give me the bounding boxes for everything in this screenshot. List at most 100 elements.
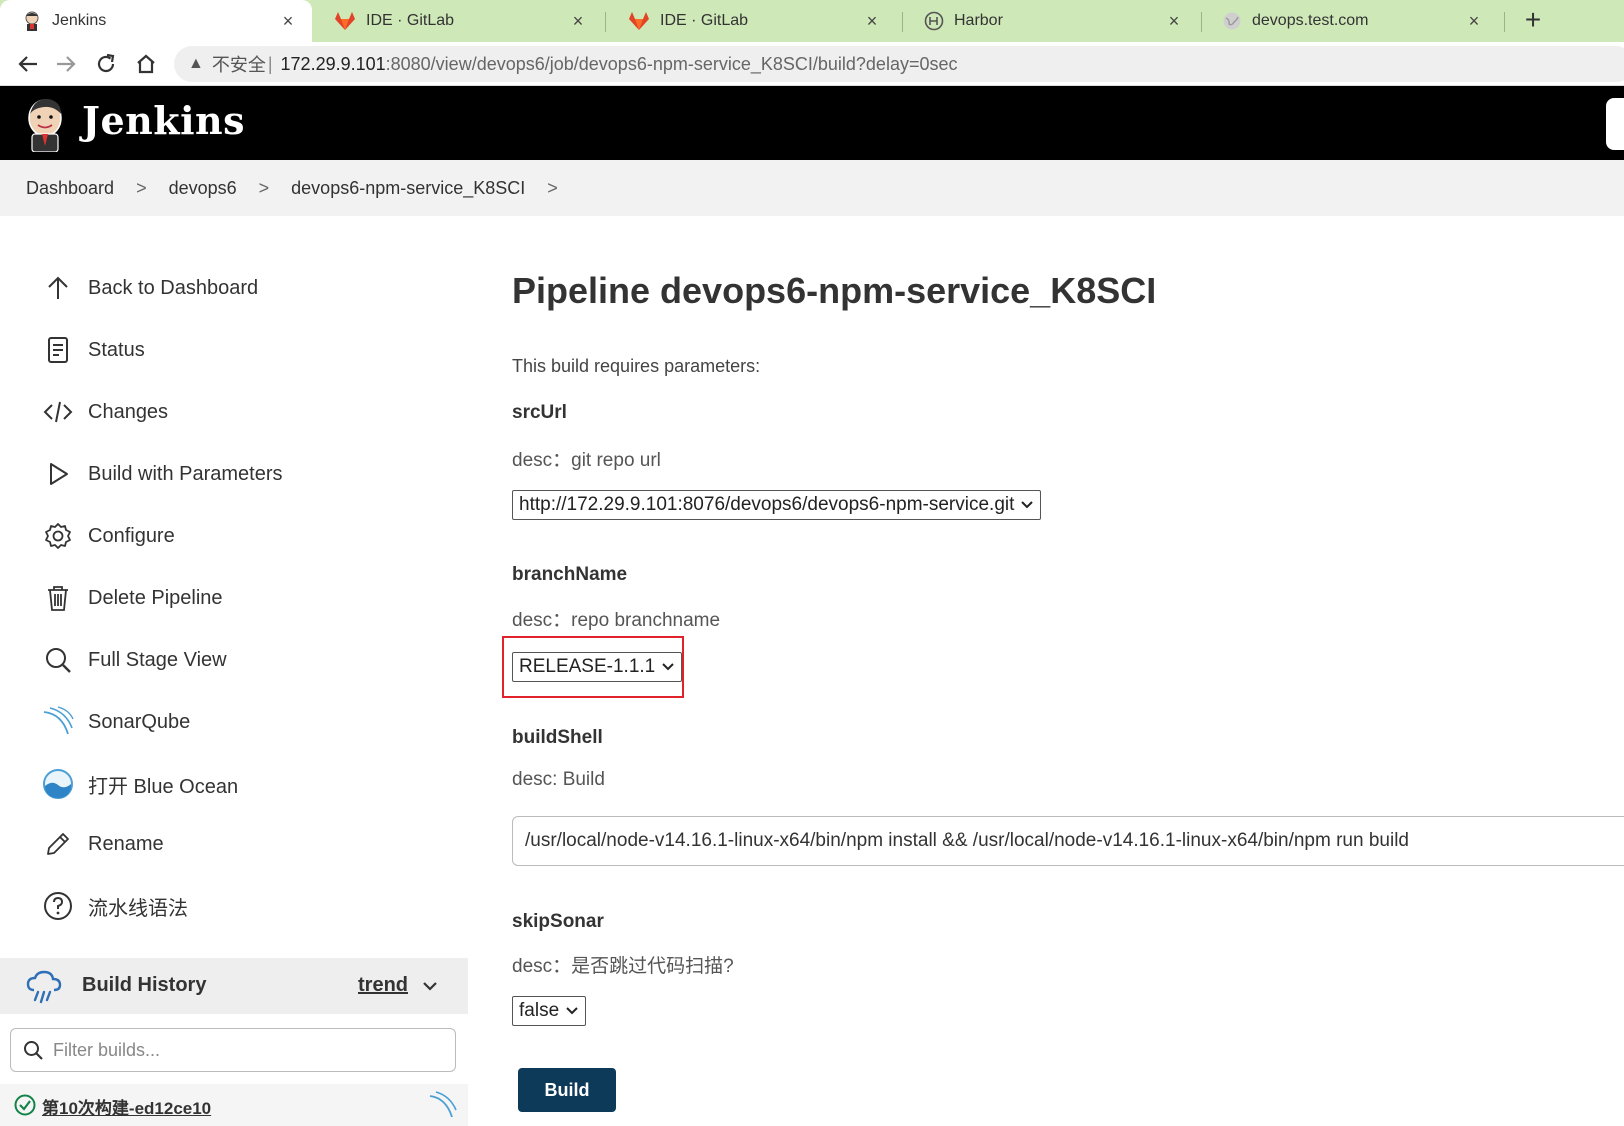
sidebar-item-rename[interactable]: Rename	[42, 826, 164, 862]
sidebar-item-pipeline-syntax[interactable]: 流水线语法	[42, 888, 188, 924]
home-icon	[137, 54, 155, 74]
close-icon[interactable]: ×	[278, 11, 298, 32]
param-desc-skipsonar: desc：是否跳过代码扫描?	[512, 956, 734, 977]
sidebar-item-build-with-parameters[interactable]: Build with Parameters	[42, 456, 283, 492]
sidebar-item-delete-pipeline[interactable]: Delete Pipeline	[42, 580, 223, 616]
build-history-title: Build History	[82, 974, 207, 996]
gear-icon	[42, 520, 74, 552]
header-search-box[interactable]	[1606, 98, 1624, 150]
address-path: :8080/view/devops6/job/devops6-npm-servi…	[385, 53, 958, 74]
param-desc-srcurl: desc：git repo url	[512, 450, 661, 471]
skipsonar-select[interactable]: false	[512, 996, 587, 1026]
reload-button[interactable]	[92, 50, 120, 78]
jenkins-header: Jenkins	[0, 86, 1624, 160]
sidebar-item-label: Delete Pipeline	[88, 586, 223, 609]
search-icon	[42, 644, 74, 676]
back-button[interactable]	[14, 50, 42, 78]
blue-ocean-icon	[42, 768, 74, 800]
buildshell-input[interactable]: /usr/local/node-v14.16.1-linux-x64/bin/n…	[512, 816, 1624, 866]
chevron-down-icon	[1021, 501, 1034, 509]
breadcrumb-separator[interactable]: >	[547, 178, 558, 199]
close-icon[interactable]: ×	[1464, 11, 1484, 32]
close-icon[interactable]: ×	[862, 11, 882, 32]
help-icon	[42, 890, 74, 922]
chevron-down-icon	[566, 1007, 578, 1015]
sidebar-item-changes[interactable]: Changes	[42, 394, 168, 430]
param-name-skipsonar: skipSonar	[512, 911, 604, 932]
breadcrumb-devops6[interactable]: devops6	[169, 178, 237, 199]
sidebar-item-label: Rename	[88, 832, 164, 855]
browser-tab-harbor[interactable]: Harbor ×	[902, 0, 1198, 42]
search-icon	[24, 1041, 43, 1060]
tab-title: devops.test.com	[1252, 12, 1369, 29]
gitlab-icon	[629, 12, 649, 30]
jenkins-title[interactable]: Jenkins	[82, 98, 245, 143]
tab-title: Jenkins	[52, 12, 107, 29]
sidebar-item-sonarqube[interactable]: SonarQube	[42, 704, 190, 740]
build-button[interactable]: Build	[518, 1068, 616, 1112]
trash-icon	[42, 582, 74, 614]
address-bar[interactable]: ▲ 不安全 | 172.29.9.101 :8080/view/devops6/…	[174, 46, 1624, 82]
build-history-header: Build History trend	[0, 958, 468, 1014]
breadcrumb: Dashboard > devops6 > devops6-npm-servic…	[0, 160, 1624, 216]
globe-icon	[1223, 12, 1241, 30]
address-separator: |	[267, 53, 273, 74]
srcurl-select[interactable]: http://172.29.9.101:8076/devops6/devops6…	[512, 490, 1042, 520]
build-history-row[interactable]: 第10次构建-ed12ce10	[0, 1084, 468, 1126]
sidebar-item-label: Back to Dashboard	[88, 276, 259, 299]
code-icon	[42, 396, 74, 428]
sonarqube-icon	[42, 706, 74, 738]
buildshell-value: /usr/local/node-v14.16.1-linux-x64/bin/n…	[525, 830, 1409, 851]
breadcrumb-separator: >	[258, 177, 270, 198]
arrow-right-icon	[57, 56, 76, 72]
browser-tab-gitlab-1[interactable]: IDE · GitLab ×	[312, 0, 602, 42]
security-label[interactable]: 不安全	[212, 51, 266, 77]
browser-tab-gitlab-2[interactable]: IDE · GitLab ×	[606, 0, 896, 42]
sidebar-item-label: 打开 Blue Ocean	[88, 775, 239, 798]
requires-parameters-text: This build requires parameters:	[512, 356, 761, 376]
build-history-trend-link[interactable]: trend	[358, 974, 408, 997]
sidebar-item-status[interactable]: Status	[42, 332, 145, 368]
chevron-down-icon[interactable]	[420, 976, 440, 996]
param-desc-buildshell: desc: Build	[512, 769, 605, 790]
tab-title: IDE · GitLab	[660, 12, 749, 29]
weather-cloud-rain-icon	[26, 970, 62, 1004]
sonarqube-icon[interactable]	[428, 1090, 458, 1120]
filter-builds-input[interactable]	[53, 1039, 433, 1061]
arrow-up-icon	[42, 272, 74, 304]
play-icon	[42, 458, 74, 490]
tab-title: IDE · GitLab	[366, 12, 455, 29]
close-icon[interactable]: ×	[1164, 11, 1184, 32]
filter-builds-field[interactable]	[10, 1028, 456, 1072]
jenkins-logo-icon[interactable]	[24, 96, 66, 152]
reload-icon	[97, 53, 115, 73]
param-desc-branchname: desc：repo branchname	[512, 610, 721, 631]
sidebar-item-label: Full Stage View	[88, 648, 227, 671]
sidebar-item-full-stage-view[interactable]: Full Stage View	[42, 642, 227, 678]
sidebar-item-blue-ocean[interactable]: 打开 Blue Ocean	[42, 766, 238, 802]
sidebar-item-label: Changes	[88, 400, 169, 423]
document-icon	[42, 334, 74, 366]
gitlab-icon	[335, 12, 355, 30]
warning-icon[interactable]: ▲	[188, 55, 204, 73]
sidebar-item-label: Configure	[88, 524, 175, 547]
breadcrumb-job[interactable]: devops6-npm-service_K8SCI	[291, 178, 525, 199]
forward-button[interactable]	[52, 50, 80, 78]
close-icon[interactable]: ×	[568, 11, 588, 32]
sidebar-item-configure[interactable]: Configure	[42, 518, 175, 554]
param-name-srcurl: srcUrl	[512, 402, 567, 423]
browser-tab-jenkins[interactable]: Jenkins ×	[0, 0, 312, 42]
sidebar-item-back-to-dashboard[interactable]: Back to Dashboard	[42, 270, 258, 306]
browser-tab-devops[interactable]: devops.test.com ×	[1200, 0, 1498, 42]
highlight-annotation-box	[502, 636, 684, 698]
build-link[interactable]: 第10次构建-ed12ce10	[42, 1094, 211, 1119]
tab-title: Harbor	[954, 12, 1003, 29]
harbor-icon	[924, 11, 944, 31]
breadcrumb-dashboard[interactable]: Dashboard	[26, 178, 114, 199]
home-button[interactable]	[132, 50, 160, 78]
srcurl-selected-value: http://172.29.9.101:8076/devops6/devops6…	[519, 494, 1015, 515]
new-tab-button[interactable]: +	[1518, 4, 1548, 36]
jenkins-favicon	[25, 11, 39, 31]
sidebar-item-label: Build with Parameters	[88, 462, 283, 485]
tab-separator	[1504, 12, 1505, 32]
